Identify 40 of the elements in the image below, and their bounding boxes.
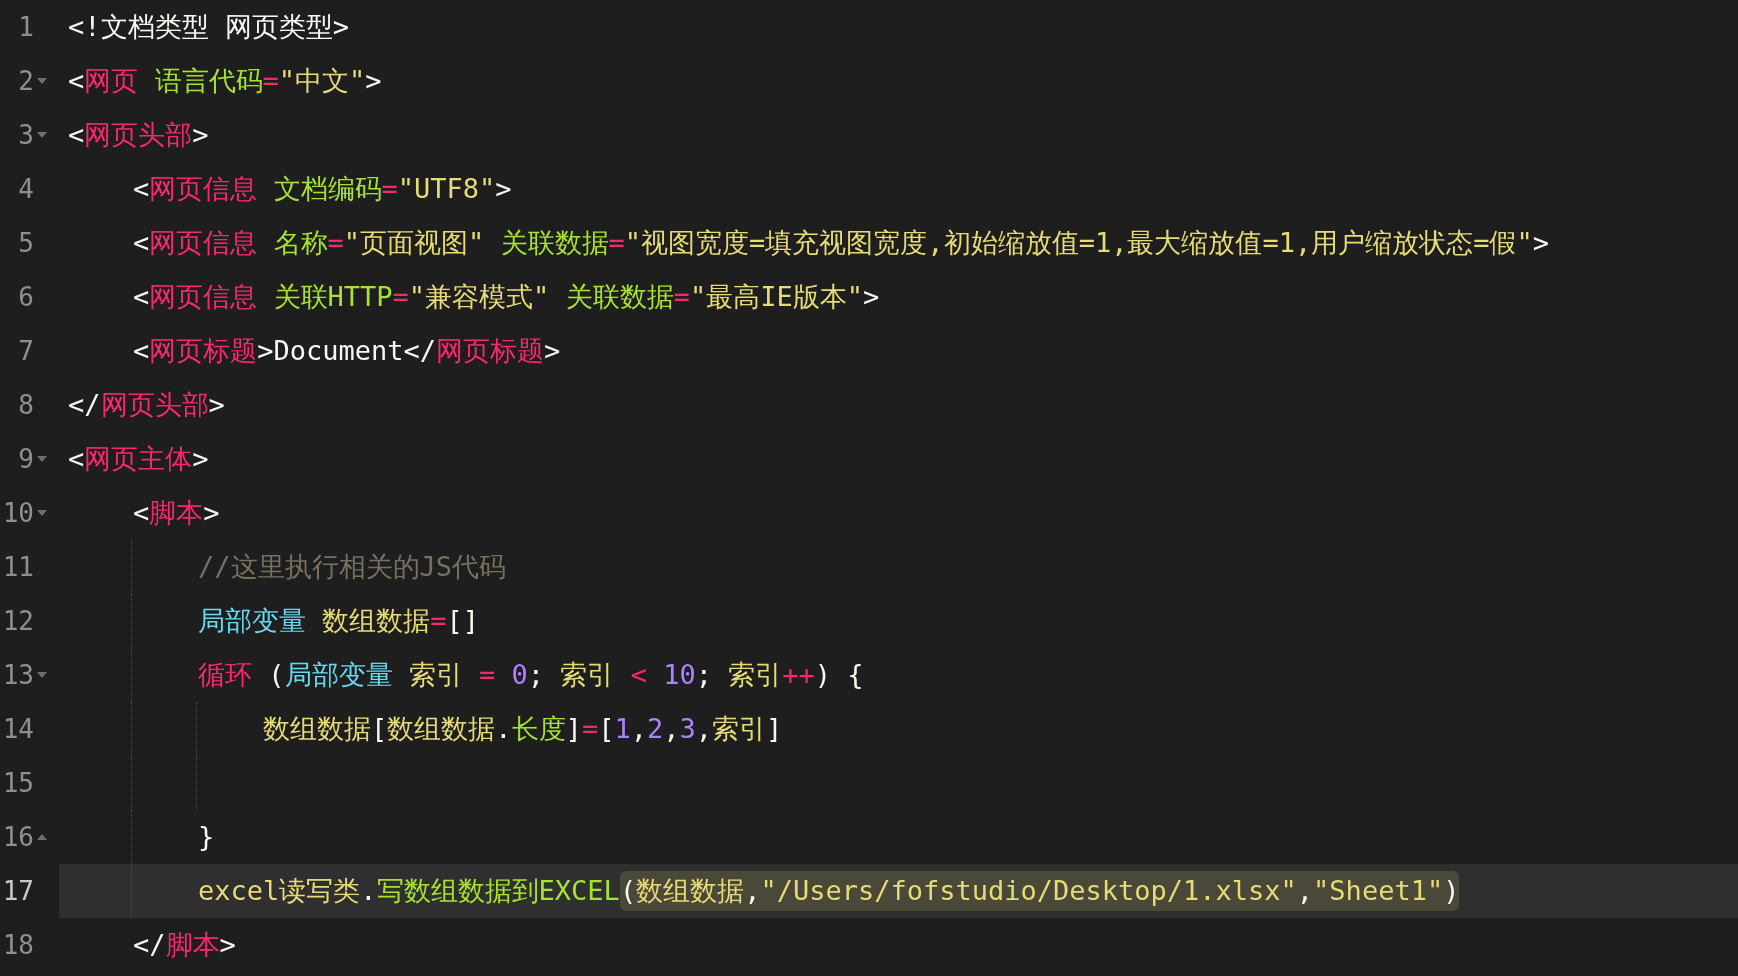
fold-caret-icon[interactable]: [37, 78, 47, 84]
line-number: 4: [17, 172, 34, 206]
line-number: 3: [17, 118, 34, 152]
line-number: 10: [1, 496, 34, 530]
line-number: 18: [1, 928, 34, 962]
line-number: 15: [1, 766, 34, 800]
code-line: 局部变量 数组数据=[]: [197, 603, 481, 638]
line-number: 1: [17, 10, 34, 44]
fold-caret-icon[interactable]: [37, 510, 47, 516]
fold-caret-icon[interactable]: [37, 672, 47, 678]
line-number: 8: [17, 388, 34, 422]
line-number: 12: [1, 604, 34, 638]
fold-caret-icon[interactable]: [37, 132, 47, 138]
code-line: </脚本>: [132, 927, 237, 962]
code-line: //这里执行相关的JS代码: [197, 549, 508, 584]
code-line: </网页头部>: [67, 387, 226, 422]
line-number: 7: [17, 334, 34, 368]
line-number: 2: [17, 64, 34, 98]
line-number: 13: [1, 658, 34, 692]
code-line: <网页标题>Document</网页标题>: [132, 333, 562, 368]
line-number: 16: [1, 820, 34, 854]
fold-caret-icon[interactable]: [37, 834, 47, 840]
code-line: 数组数据[数组数据.长度]=[1,2,3,索引]: [262, 711, 784, 746]
line-number: 17: [1, 874, 34, 908]
code-line: <网页信息 文档编码="UTF8">: [132, 171, 513, 206]
code-line: <!文档类型 网页类型>: [67, 9, 351, 44]
code-line: }: [197, 819, 216, 854]
code-line: <网页信息 名称="页面视图" 关联数据="视图宽度=填充视图宽度,初始缩放值=1,最大缩放值=1,用户缩放状态=假">: [132, 225, 1550, 260]
line-number: 11: [1, 550, 34, 584]
code-line: <网页头部>: [67, 117, 210, 152]
line-number: 14: [1, 712, 34, 746]
code-line: 循环 (局部变量 索引 = 0; 索引 < 10; 索引++) {: [197, 657, 865, 692]
line-number: 5: [17, 226, 34, 260]
code-line: <网页 语言代码="中文">: [67, 63, 383, 98]
code-line: <网页信息 关联HTTP="兼容模式" 关联数据="最高IE版本">: [132, 279, 881, 314]
line-number: 6: [17, 280, 34, 314]
code-line: <脚本>: [132, 495, 221, 530]
fold-caret-icon[interactable]: [37, 456, 47, 462]
line-number: 9: [17, 442, 34, 476]
code-line: <网页主体>: [67, 441, 210, 476]
